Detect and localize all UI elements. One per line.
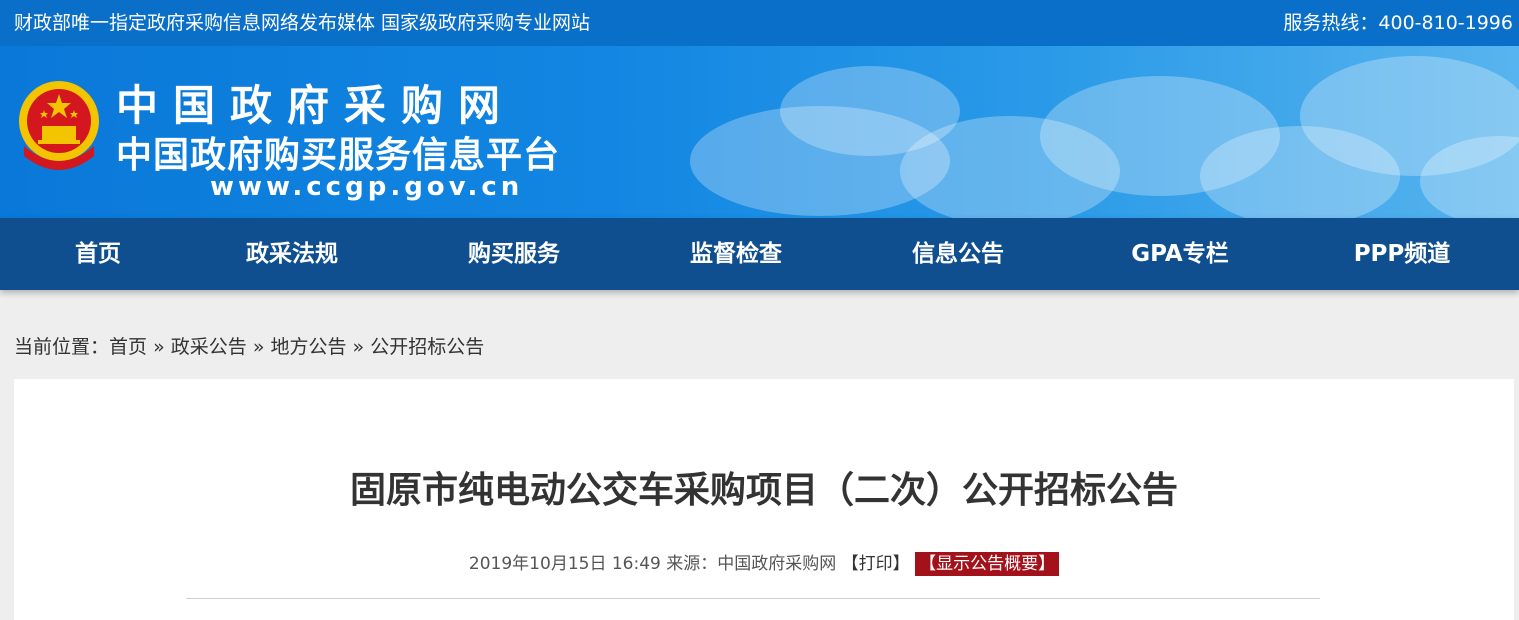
site-url: www.ccgp.gov.cn: [210, 172, 524, 202]
show-summary-button[interactable]: 【显示公告概要】: [915, 552, 1060, 576]
main-nav: 首页 政采法规 购买服务 监督检查 信息公告 GPA专栏 PPP频道: [0, 218, 1519, 290]
breadcrumb-local-notices[interactable]: 地方公告: [270, 336, 346, 358]
site-banner: 中国政府采购网 中国政府购买服务信息平台 www.ccgp.gov.cn: [0, 46, 1519, 218]
breadcrumb-open-tender[interactable]: 公开招标公告: [370, 336, 484, 358]
nav-item-regulations[interactable]: 政采法规: [192, 218, 392, 290]
nav-item-supervision[interactable]: 监督检查: [636, 218, 836, 290]
site-title: 中国政府采购网: [116, 81, 516, 130]
nav-item-services[interactable]: 购买服务: [414, 218, 614, 290]
breadcrumb-separator: »: [153, 336, 165, 358]
breadcrumb-prefix: 当前位置：: [14, 336, 110, 358]
breadcrumb-separator: »: [252, 336, 265, 358]
nav-item-ppp[interactable]: PPP频道: [1302, 218, 1502, 290]
breadcrumb-procurement-notices[interactable]: 政采公告: [171, 336, 247, 358]
source-name: 中国政府采购网: [717, 554, 837, 574]
nav-item-notices[interactable]: 信息公告: [858, 218, 1058, 290]
national-emblem-icon: [19, 81, 99, 170]
top-bar: 财政部唯一指定政府采购信息网络发布媒体 国家级政府采购专业网站 服务热线：400…: [0, 0, 1519, 46]
breadcrumb-separator: »: [352, 336, 365, 358]
article-title: 固原市纯电动公交车采购项目（二次）公开招标公告: [349, 470, 1178, 511]
breadcrumb: 当前位置：首页 » 政采公告 » 地方公告 » 公开招标公告: [14, 332, 484, 359]
nav-item-gpa[interactable]: GPA专栏: [1080, 218, 1280, 290]
divider: [186, 598, 1320, 599]
article-panel: 固原市纯电动公交车采购项目（二次）公开招标公告 2019年10月15日 16:4…: [14, 379, 1514, 620]
nav-item-home[interactable]: 首页: [0, 218, 198, 290]
article-meta: 2019年10月15日 16:49 来源：中国政府采购网 【打印】 【显示公告概…: [14, 549, 1514, 576]
print-link[interactable]: 【打印】: [842, 554, 910, 574]
source-label: 来源：: [666, 554, 718, 574]
slogan-text: 财政部唯一指定政府采购信息网络发布媒体 国家级政府采购专业网站: [14, 12, 591, 34]
site-subtitle: 中国政府购买服务信息平台: [116, 135, 561, 176]
publish-date: 2019年10月15日 16:49: [468, 554, 661, 574]
breadcrumb-home[interactable]: 首页: [109, 336, 147, 358]
hotline-text: 服务热线：400-810-1996: [1283, 12, 1513, 34]
